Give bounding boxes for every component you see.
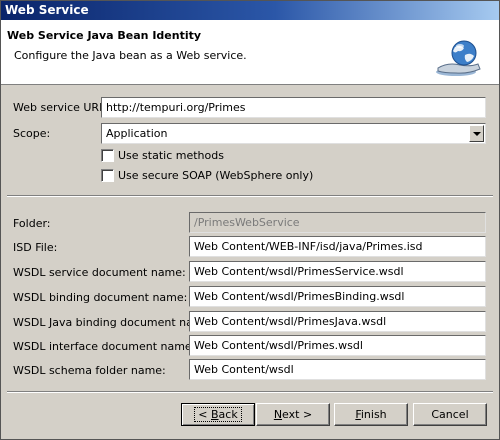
scope-select[interactable]: Application [101, 123, 486, 144]
wsdl-schema-label: WSDL schema folder name: [13, 364, 166, 377]
wsdl-java-binding-input[interactable]: Web Content/wsdl/PrimesJava.wsdl [189, 311, 486, 332]
page-title: Web Service Java Bean Identity [7, 29, 202, 42]
folder-field: /PrimesWebService [189, 212, 486, 233]
web-service-globe-icon [436, 40, 481, 76]
wizard-banner: Web Service Java Bean Identity Configure… [1, 20, 499, 85]
cancel-button[interactable]: Cancel [413, 403, 487, 426]
finish-button-label: Finish [355, 408, 387, 421]
isd-file-input[interactable]: Web Content/WEB-INF/isd/java/Primes.isd [189, 236, 486, 257]
finish-button[interactable]: Finish [334, 403, 408, 426]
wsdl-schema-input[interactable]: Web Content/wsdl [189, 359, 486, 380]
secure-soap-checkbox[interactable] [101, 169, 114, 182]
wsdl-interface-input[interactable]: Web Content/wsdl/Primes.wsdl [189, 335, 486, 356]
wsdl-binding-label: WSDL binding document name: [13, 291, 188, 304]
scope-value: Application [106, 127, 168, 140]
secure-soap-label: Use secure SOAP (WebSphere only) [118, 169, 314, 182]
button-bar-divider [7, 391, 493, 393]
wsdl-binding-input[interactable]: Web Content/wsdl/PrimesBinding.wsdl [189, 286, 486, 307]
scope-label: Scope: [13, 127, 51, 140]
back-button-label: < Back [194, 407, 242, 422]
web-service-dialog: Web Service Web Service Java Bean Identi… [0, 0, 500, 440]
page-description: Configure the Java bean as a Web service… [14, 49, 247, 62]
static-methods-label: Use static methods [118, 149, 224, 162]
web-service-uri-input[interactable]: http://tempuri.org/Primes [101, 97, 486, 118]
section-divider [7, 195, 493, 197]
window-title: Web Service [1, 1, 499, 20]
static-methods-checkbox[interactable] [101, 149, 114, 162]
wsdl-interface-label: WSDL interface document name: [13, 340, 196, 353]
back-button[interactable]: < Back [181, 403, 255, 426]
next-button-label: Next > [273, 408, 313, 421]
chevron-down-icon[interactable] [469, 125, 484, 142]
wsdl-java-binding-label: WSDL Java binding document name: [13, 316, 215, 329]
wsdl-service-label: WSDL service document name: [13, 266, 186, 279]
folder-label: Folder: [13, 217, 51, 230]
wsdl-service-input[interactable]: Web Content/wsdl/PrimesService.wsdl [189, 261, 486, 282]
uri-label: Web service URI: [13, 101, 107, 114]
isd-file-label: ISD File: [13, 241, 58, 254]
next-button[interactable]: Next > [256, 403, 330, 426]
